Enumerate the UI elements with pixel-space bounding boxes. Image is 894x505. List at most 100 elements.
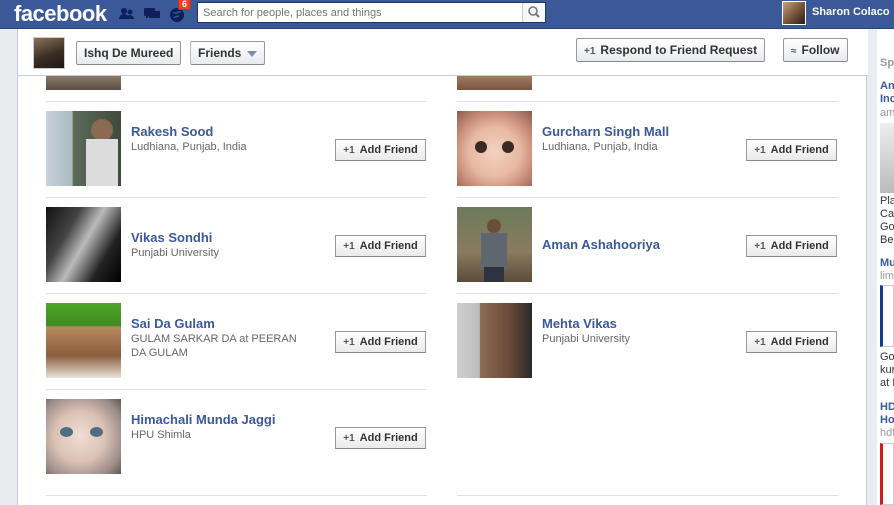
search-icon [528, 6, 540, 18]
ad-title[interactable]: Mu [880, 257, 894, 269]
add-friend-icon: +1 [343, 433, 355, 444]
rss-follow-icon: ≈ [791, 46, 797, 57]
divider [457, 101, 838, 102]
friend-photo[interactable] [457, 111, 532, 186]
divider [46, 101, 427, 102]
friend-card: Gurcharn Singh Mall Ludhiana, Punjab, In… [457, 101, 838, 197]
add-friend-label: Add Friend [770, 240, 829, 252]
friend-card: Rakesh Sood Ludhiana, Punjab, India +1 Ad… [46, 101, 427, 197]
ad-text: Go [880, 351, 894, 363]
friend-requests-icon[interactable] [118, 5, 136, 23]
divider [46, 495, 427, 496]
friend-subtitle: Ludhiana, Punjab, India [131, 141, 247, 153]
profile-thumbnail[interactable] [33, 37, 65, 69]
friend-card: Himachali Munda Jaggi HPU Shimla +1 Add F… [46, 389, 427, 485]
add-friend-icon: +1 [343, 241, 355, 252]
add-friend-label: Add Friend [770, 144, 829, 156]
divider [46, 389, 427, 390]
follow-button[interactable]: ≈ Follow [783, 38, 848, 62]
divider [457, 293, 838, 294]
add-friend-label: Add Friend [359, 240, 418, 252]
follow-label: Follow [801, 43, 840, 57]
friend-card: Aman Ashahooriya +1 Add Friend [457, 197, 838, 293]
ad-domain: lime [880, 270, 894, 282]
add-friend-label: Add Friend [770, 336, 829, 348]
add-friend-icon: +1 [584, 46, 596, 57]
ad-text: Car [880, 208, 894, 220]
friend-subtitle: Ludhiana, Punjab, India [542, 141, 658, 153]
friends-dropdown-button[interactable]: Friends [190, 41, 266, 65]
friend-name-link[interactable]: Mehta Vikas [542, 316, 617, 331]
friend-photo[interactable] [46, 399, 121, 474]
ad-image[interactable] [880, 443, 894, 505]
ad-image[interactable] [880, 123, 894, 193]
ad-title[interactable]: Inc [880, 93, 894, 105]
divider [457, 495, 838, 496]
friend-subtitle: HPU Shimla [131, 429, 191, 441]
add-friend-icon: +1 [754, 337, 766, 348]
add-friend-icon: +1 [754, 241, 766, 252]
friend-photo[interactable] [457, 207, 532, 282]
friend-card: Vikas Sondhi Punjabi University +1 Add Fr… [46, 197, 427, 293]
divider [457, 197, 838, 198]
add-friend-icon: +1 [343, 145, 355, 156]
partial-friend-photo [46, 76, 121, 90]
profile-name-button[interactable]: Ishq De Mureed [76, 41, 182, 65]
add-friend-button[interactable]: +1 Add Friend [746, 235, 837, 257]
friend-name-link[interactable]: Vikas Sondhi [131, 230, 212, 245]
friend-name-link[interactable]: Aman Ashahooriya [542, 237, 660, 252]
messages-icon[interactable] [143, 5, 161, 23]
add-friend-button[interactable]: +1 Add Friend [335, 235, 426, 257]
add-friend-icon: +1 [754, 145, 766, 156]
ad-text: at I [880, 377, 894, 389]
friend-name-link[interactable]: Gurcharn Singh Mall [542, 124, 669, 139]
search-button[interactable] [522, 3, 545, 22]
friend-card: Sai Da Gulam GULAM SARKAR DA at PEERAN D… [46, 293, 427, 389]
ad-text: Gol [880, 221, 894, 233]
top-navigation-bar: facebook 6 Sharon Colaco [0, 0, 894, 29]
add-friend-button[interactable]: +1 Add Friend [335, 139, 426, 161]
divider [46, 293, 427, 294]
ad-image[interactable] [880, 285, 894, 347]
friend-photo[interactable] [46, 111, 121, 186]
add-friend-button[interactable]: +1 Add Friend [746, 331, 837, 353]
ad-domain: am [880, 107, 894, 119]
facebook-logo[interactable]: facebook [14, 1, 107, 27]
ad-title[interactable]: Ho [880, 414, 894, 426]
search-input[interactable] [198, 3, 520, 22]
add-friend-label: Add Friend [359, 432, 418, 444]
add-friend-button[interactable]: +1 Add Friend [335, 427, 426, 449]
add-friend-button[interactable]: +1 Add Friend [335, 331, 426, 353]
friend-subtitle: Punjabi University [131, 247, 220, 259]
friend-photo[interactable] [46, 303, 121, 378]
add-friend-label: Add Friend [359, 144, 418, 156]
friend-subtitle: GULAM SARKAR DA at PEERAN DA GULAM [131, 333, 297, 359]
ad-text: Pla [880, 195, 894, 207]
friend-subtitle: Punjabi University [542, 333, 631, 345]
user-name-link[interactable]: Sharon Colaco [812, 6, 890, 18]
friend-photo[interactable] [457, 303, 532, 378]
friends-dropdown-label: Friends [198, 46, 242, 60]
user-avatar[interactable] [782, 1, 806, 25]
search-box [197, 2, 546, 23]
chevron-down-icon [247, 50, 258, 57]
respond-to-friend-request-button[interactable]: +1 Respond to Friend Request [576, 38, 766, 62]
respond-label: Respond to Friend Request [600, 43, 758, 57]
friend-photo[interactable] [46, 207, 121, 282]
add-friend-button[interactable]: +1 Add Friend [746, 139, 837, 161]
main-panel: Ishq De Mureed Friends +1 Respond to Frie… [17, 29, 868, 505]
ad-title[interactable]: An [880, 80, 894, 92]
friend-name-link[interactable]: Rakesh Sood [131, 124, 213, 139]
friend-card: Mehta Vikas Punjabi University +1 Add Fri… [457, 293, 838, 389]
add-friend-icon: +1 [343, 337, 355, 348]
friend-name-link[interactable]: Himachali Munda Jaggi [131, 412, 275, 427]
add-friend-label: Add Friend [359, 336, 418, 348]
ad-text: kur [880, 364, 894, 376]
divider [46, 197, 427, 198]
notifications-count-badge: 6 [178, 0, 192, 10]
friend-name-link[interactable]: Sai Da Gulam [131, 316, 215, 331]
sponsored-heading: Sp [880, 57, 894, 69]
ad-title[interactable]: HD [880, 401, 894, 413]
sponsored-column: Sp An Inc am Pla Car Gol Ber Mu lime Go … [877, 29, 894, 505]
ad-text: Ber [880, 234, 894, 246]
